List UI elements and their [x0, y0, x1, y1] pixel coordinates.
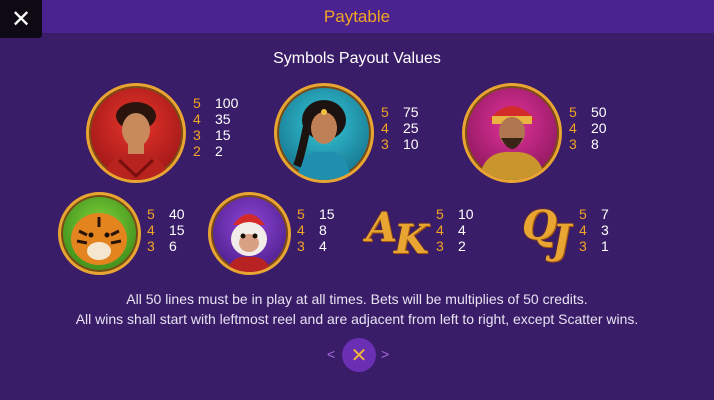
ak-payouts: 5 10 44 32: [436, 206, 474, 254]
prev-page-icon[interactable]: <: [327, 346, 335, 362]
sultan-symbol-icon: [462, 83, 562, 183]
rules-line-1: All 50 lines must be in play at all time…: [126, 291, 588, 307]
qj-payouts: 57 43 31: [579, 206, 609, 254]
jasmine-symbol-icon: [274, 83, 374, 183]
page-title: Paytable: [323, 7, 391, 26]
tiger-payouts: 5 40 4 15 36: [147, 206, 185, 254]
rules-line-2: All wins shall start with leftmost reel …: [75, 311, 639, 327]
aladdin-payouts: 5 100 4 35 3 15 22: [193, 95, 239, 159]
sultan-payouts: 5 50 4 20 38: [569, 104, 607, 152]
tiger-symbol-icon: [58, 192, 141, 275]
monkey-symbol-icon: [208, 192, 291, 275]
next-page-icon[interactable]: >: [381, 346, 389, 362]
paytable-nav: < ✕ >: [327, 338, 391, 372]
jasmine-payouts: 5 75 4 25 3 10: [381, 104, 419, 152]
section-subtitle: Symbols Payout Values: [273, 50, 441, 67]
close-button[interactable]: ✕: [0, 0, 42, 38]
ak-symbol-icon: A K: [366, 204, 429, 263]
monkey-payouts: 5 15 48 34: [297, 206, 335, 254]
qj-symbol-icon: Q J: [522, 202, 571, 263]
rules-text: All 50 lines must be in play at all time…: [0, 289, 714, 329]
close-paytable-button[interactable]: ✕: [342, 338, 376, 372]
aladdin-symbol-icon: [86, 83, 186, 183]
